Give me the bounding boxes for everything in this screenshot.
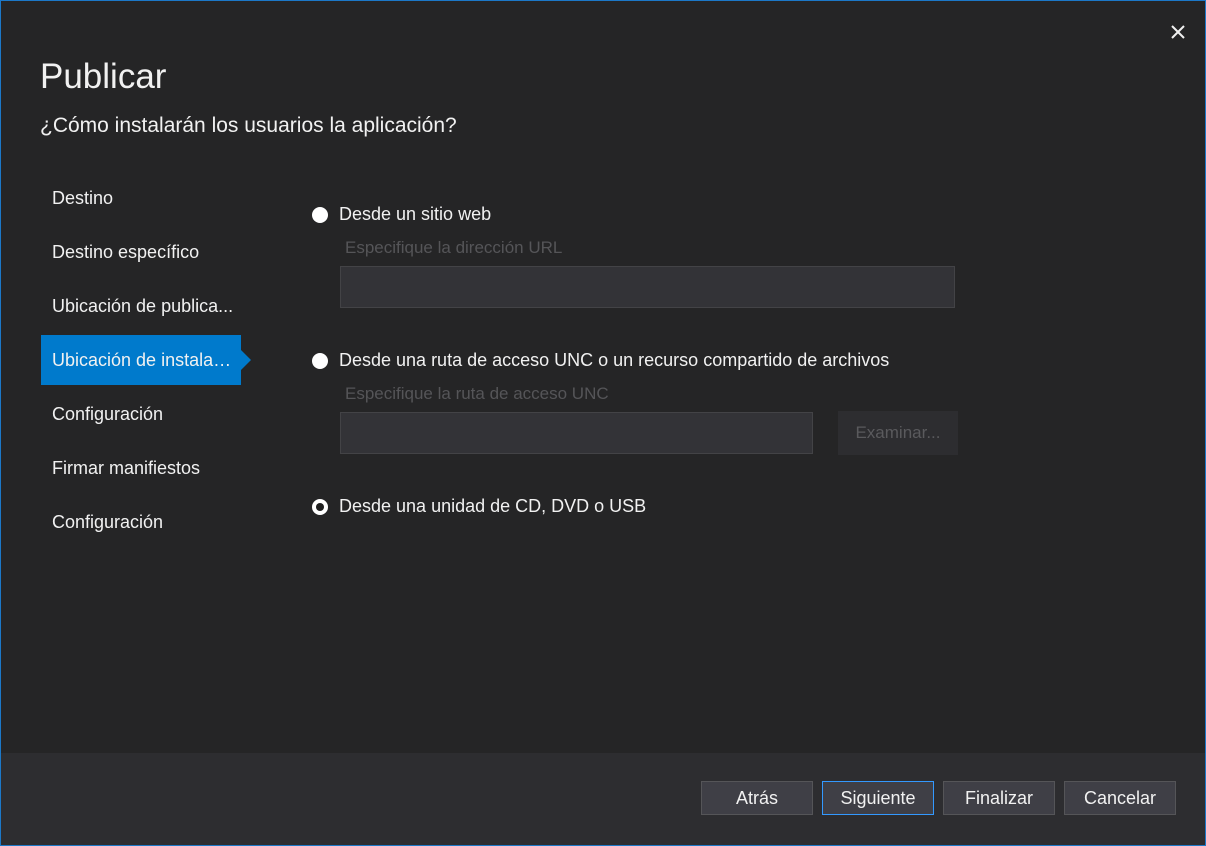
- sidebar-item-destino-especifico[interactable]: Destino específico: [41, 227, 241, 277]
- radio-label-cd: Desde una unidad de CD, DVD o USB: [339, 496, 647, 516]
- cancel-button[interactable]: Cancelar: [1064, 781, 1176, 815]
- sidebar-item-firmar-manifiestos[interactable]: Firmar manifiestos: [41, 443, 241, 493]
- sidebar-item-label: Destino específico: [52, 242, 200, 262]
- sidebar-item-configuracion-2[interactable]: Configuración: [41, 497, 241, 547]
- radio-option-unc[interactable]: Desde una ruta de acceso UNC o un recurs…: [312, 350, 889, 371]
- sidebar-nav: Destino Destino específico Ubicación de …: [41, 173, 281, 551]
- finish-button[interactable]: Finalizar: [943, 781, 1055, 815]
- active-indicator-arrow: [241, 350, 251, 370]
- radio-label-unc: Desde una ruta de acceso UNC o un recurs…: [339, 350, 890, 370]
- url-input[interactable]: [340, 266, 955, 308]
- close-icon: [1171, 25, 1185, 39]
- radio-button-unc[interactable]: [312, 352, 328, 369]
- radio-button-cd[interactable]: [312, 498, 328, 515]
- sidebar-item-configuracion[interactable]: Configuración: [41, 389, 241, 439]
- dialog-title: Publicar: [40, 57, 167, 96]
- sidebar-item-ubicacion-instalacion[interactable]: Ubicación de instalac...: [41, 335, 251, 385]
- unc-field-label: Especifique la ruta de acceso UNC: [345, 384, 609, 403]
- sidebar-item-label: Firmar manifiestos: [52, 458, 201, 478]
- url-field-label: Especifique la dirección URL: [345, 238, 563, 257]
- sidebar-item-label: Ubicación de instalac...: [52, 350, 237, 370]
- unc-path-input[interactable]: [340, 412, 813, 454]
- radio-button-web[interactable]: [312, 206, 328, 223]
- sidebar-item-label: Destino: [52, 188, 114, 208]
- sidebar-item-label: Configuración: [52, 512, 164, 532]
- dialog-subtitle: ¿Cómo instalarán los usuarios la aplicac…: [40, 114, 457, 137]
- sidebar-item-ubicacion-publicacion[interactable]: Ubicación de publica...: [41, 281, 241, 331]
- next-button[interactable]: Siguiente: [822, 781, 934, 815]
- radio-option-cd[interactable]: Desde una unidad de CD, DVD o USB: [312, 496, 646, 517]
- publish-dialog: Publicar ¿Cómo instalarán los usuarios l…: [0, 0, 1206, 846]
- sidebar-item-label: Configuración: [52, 404, 164, 424]
- radio-label-web: Desde un sitio web: [339, 204, 492, 224]
- sidebar-item-label: Ubicación de publica...: [52, 296, 234, 316]
- close-button[interactable]: [1165, 19, 1191, 45]
- dialog-footer: Atrás Siguiente Finalizar Cancelar: [1, 753, 1205, 845]
- sidebar-item-destino[interactable]: Destino: [41, 173, 241, 223]
- radio-option-web[interactable]: Desde un sitio web: [312, 204, 491, 225]
- back-button[interactable]: Atrás: [701, 781, 813, 815]
- browse-button[interactable]: Examinar...: [838, 411, 958, 455]
